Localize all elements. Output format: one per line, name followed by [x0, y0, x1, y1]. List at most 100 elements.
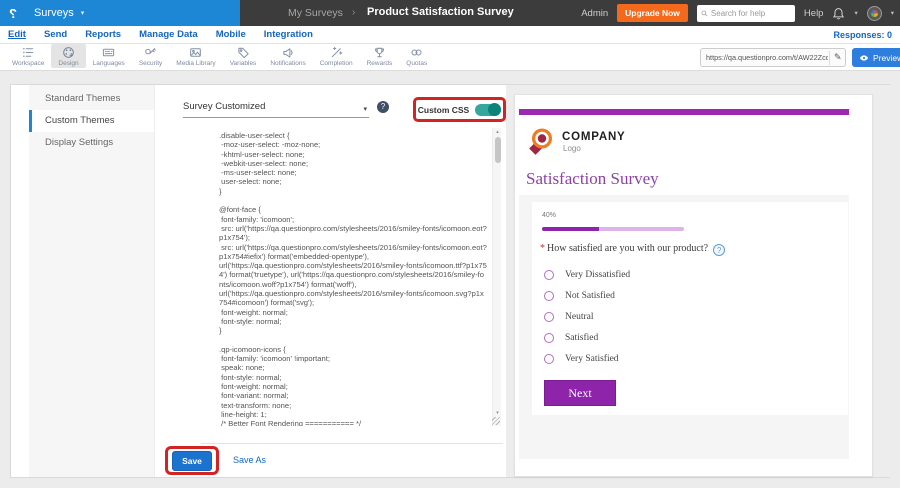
tool-languages[interactable]: Languages [86, 44, 132, 68]
question-card: 40% *How satisfied are you with our prod… [532, 202, 848, 415]
custom-css-toggle[interactable] [475, 104, 501, 116]
bell-icon[interactable] [832, 7, 845, 20]
design-panel: Standard Themes Custom Themes Display Se… [10, 84, 890, 478]
breadcrumb[interactable]: My Surveys [288, 7, 343, 19]
sidebar-item-standard-themes[interactable]: Standard Themes [29, 88, 154, 110]
variables-icon [237, 46, 250, 59]
tool-security[interactable]: Security [132, 44, 169, 68]
menu-send[interactable]: Send [44, 29, 67, 40]
preview-button[interactable]: Preview [852, 48, 900, 67]
survey-url: https://qa.questionpro.com/t/AW22Zcq2J [706, 53, 828, 62]
questionpro-logo-icon: ? [9, 6, 17, 21]
css-code-text[interactable]: .disable-user-select { -moz-user-select:… [211, 128, 501, 426]
survey-menu-bar: Edit Send Reports Manage Data Mobile Int… [0, 26, 900, 44]
scrollbar-thumb[interactable] [495, 137, 501, 163]
search-icon [701, 9, 708, 18]
question-help-icon[interactable]: ? [713, 244, 725, 256]
chevron-down-icon: ▾ [363, 105, 367, 113]
edit-toolbar: Workspace Design Languages Security Medi… [0, 44, 900, 71]
tool-media-library[interactable]: Media Library [169, 44, 222, 68]
radio-icon[interactable] [544, 354, 554, 364]
tool-design[interactable]: Design [51, 44, 85, 68]
company-name: COMPANY [562, 131, 626, 143]
media-library-icon [189, 46, 202, 59]
notifications-icon [282, 46, 295, 59]
menu-reports[interactable]: Reports [85, 29, 121, 40]
help-search-box[interactable] [697, 5, 795, 22]
sidebar-item-custom-themes[interactable]: Custom Themes [29, 110, 154, 132]
edit-url-icon[interactable]: ✎ [829, 51, 842, 65]
resize-grip[interactable] [492, 417, 500, 425]
page-title: Product Satisfaction Survey [367, 6, 514, 18]
responses-count[interactable]: Responses: 0 [833, 30, 892, 40]
editor-divider [201, 443, 503, 444]
theme-select-dropdown[interactable]: Survey Customized ▾ [183, 101, 369, 118]
completion-icon [330, 46, 343, 59]
save-as-link[interactable]: Save As [233, 455, 266, 465]
editor-scrollbar[interactable]: ▴ ▾ [492, 128, 501, 426]
answer-options: Very Dissatisfied Not Satisfied Neutral … [544, 264, 630, 369]
option-not-satisfied[interactable]: Not Satisfied [544, 285, 630, 306]
menu-edit[interactable]: Edit [8, 29, 26, 40]
tool-quotas[interactable]: Quotas [399, 44, 434, 68]
option-neutral[interactable]: Neutral [544, 306, 630, 327]
option-satisfied[interactable]: Satisfied [544, 327, 630, 348]
option-very-satisfied[interactable]: Very Satisfied [544, 348, 630, 369]
survey-title: Satisfaction Survey [526, 169, 659, 189]
surveys-menu-label: Surveys [34, 7, 74, 19]
question-text: *How satisfied are you with our product?… [540, 243, 725, 256]
workspace-icon [22, 46, 35, 59]
languages-icon [102, 46, 115, 59]
tool-workspace[interactable]: Workspace [5, 44, 51, 68]
sidebar-item-display-settings[interactable]: Display Settings [29, 132, 154, 154]
company-logo-icon [528, 125, 556, 157]
tool-rewards[interactable]: Rewards [360, 44, 400, 68]
tool-notifications[interactable]: Notifications [263, 44, 312, 68]
admin-link[interactable]: Admin [581, 8, 608, 19]
next-button[interactable]: Next [544, 380, 616, 406]
account-caret-icon[interactable]: ▾ [891, 9, 894, 17]
survey-body: 40% *How satisfied are you with our prod… [519, 195, 849, 459]
custom-css-highlight-box: Custom CSS [413, 97, 506, 122]
topbar-right-cluster: Admin Upgrade Now Help ▾ ▾ [581, 0, 894, 26]
theme-select-value: Survey Customized [183, 101, 265, 112]
toggle-knob-icon [488, 103, 501, 116]
option-very-dissatisfied[interactable]: Very Dissatisfied [544, 264, 630, 285]
app-window: ? Surveys ▾ My Surveys › Product Satisfa… [0, 0, 900, 488]
scroll-up-icon[interactable]: ▴ [493, 129, 501, 135]
menu-mobile[interactable]: Mobile [216, 29, 246, 40]
quotas-icon [410, 46, 423, 59]
design-icon [62, 46, 75, 59]
menu-manage-data[interactable]: Manage Data [139, 29, 198, 40]
progress-label: 40% [542, 212, 556, 219]
product-switcher[interactable]: ? Surveys ▾ [0, 0, 240, 26]
rewards-icon [373, 46, 386, 59]
survey-url-field[interactable]: https://qa.questionpro.com/t/AW22Zcq2J ✎ [700, 48, 846, 67]
chevron-down-icon: ▾ [81, 9, 85, 17]
custom-css-label: Custom CSS [418, 105, 469, 115]
required-mark: * [540, 243, 545, 254]
radio-icon[interactable] [544, 291, 554, 301]
scroll-down-icon[interactable]: ▾ [493, 410, 501, 416]
avatar[interactable] [867, 6, 882, 21]
breadcrumb-separator: › [352, 7, 355, 18]
tool-completion[interactable]: Completion [313, 44, 360, 68]
survey-preview-zone: COMPANY Logo Satisfaction Survey 40% *Ho… [506, 85, 890, 477]
tool-variables[interactable]: Variables [223, 44, 264, 68]
bell-caret-icon[interactable]: ▾ [854, 9, 857, 17]
top-navbar: ? Surveys ▾ My Surveys › Product Satisfa… [0, 0, 900, 26]
upgrade-now-button[interactable]: Upgrade Now [617, 4, 688, 22]
search-input[interactable] [711, 9, 791, 18]
security-icon [144, 46, 157, 59]
save-button[interactable]: Save [172, 451, 212, 471]
css-code-editor[interactable]: .disable-user-select { -moz-user-select:… [211, 128, 501, 426]
company-logo-sub: Logo [563, 144, 581, 153]
radio-icon[interactable] [544, 312, 554, 322]
progress-bar [542, 227, 684, 231]
radio-icon[interactable] [544, 270, 554, 280]
theme-help-icon[interactable]: ? [377, 101, 389, 113]
menu-integration[interactable]: Integration [264, 29, 313, 40]
radio-icon[interactable] [544, 333, 554, 343]
themes-sidebar: Standard Themes Custom Themes Display Se… [29, 85, 155, 477]
help-link[interactable]: Help [804, 8, 824, 19]
